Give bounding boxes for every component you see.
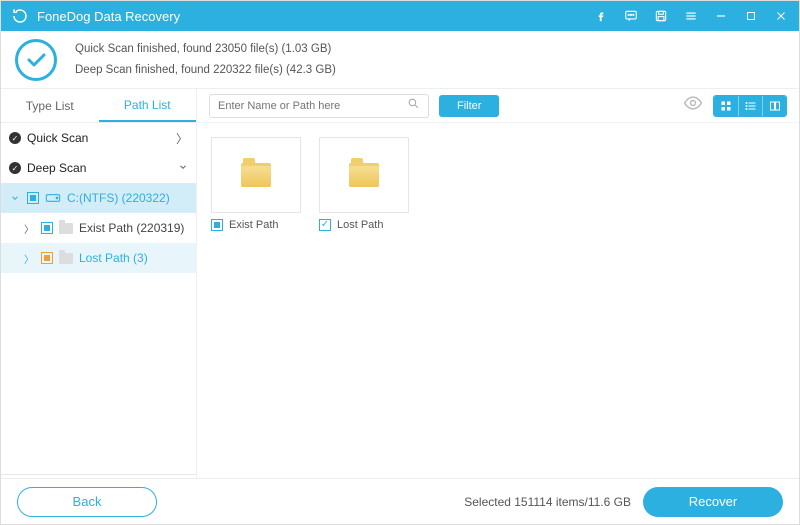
sidebar-tabs: Type List Path List [1,89,196,123]
checkbox-icon[interactable] [319,219,331,231]
view-grid-button[interactable] [714,96,738,116]
tab-path-list[interactable]: Path List [99,89,197,122]
checkbox-icon[interactable] [41,252,53,264]
grid-item-label: Exist Path [229,219,279,231]
chevron-down-icon [9,193,21,203]
folder-icon [241,163,271,187]
deep-scan-status: Deep Scan finished, found 220322 file(s)… [75,60,336,81]
menu-icon[interactable] [683,8,699,24]
checkbox-icon[interactable] [27,192,39,204]
tree-deep-scan[interactable]: Deep Scan [1,153,196,183]
back-button[interactable]: Back [17,487,157,517]
chevron-down-icon [178,161,188,175]
app-title: FoneDog Data Recovery [37,9,593,24]
folder-icon [59,253,73,264]
chevron-right-icon: 〉 [23,221,35,236]
tree-exist-path[interactable]: 〉 Exist Path (220319) [1,213,196,243]
grid-item-label: Lost Path [337,219,383,231]
view-toggle [713,95,787,117]
tree-lost-path[interactable]: 〉 Lost Path (3) [1,243,196,273]
folder-icon [349,163,379,187]
recover-button[interactable]: Recover [643,487,783,517]
check-dot-icon [9,132,21,144]
save-icon[interactable] [653,8,669,24]
view-list-button[interactable] [738,96,762,116]
footer: Back Selected 151114 items/11.6 GB Recov… [1,478,799,524]
app-logo-icon [11,7,29,25]
filter-button[interactable]: Filter [439,95,499,117]
minimize-icon[interactable] [713,8,729,24]
selection-info: Selected 151114 items/11.6 GB [464,495,631,509]
close-icon[interactable] [773,8,789,24]
feedback-icon[interactable] [623,8,639,24]
scan-status: Quick Scan finished, found 23050 file(s)… [1,31,799,89]
toolbar: Filter [197,89,799,123]
folder-thumbnail [211,137,301,213]
sidebar-footer-divider [1,474,196,478]
file-grid: Exist Path Lost Path [197,123,799,478]
tab-type-list[interactable]: Type List [1,89,99,122]
tree-drive[interactable]: C:(NTFS) (220322) [1,183,196,213]
preview-icon[interactable] [683,93,703,118]
facebook-icon[interactable] [593,8,609,24]
maximize-icon[interactable] [743,8,759,24]
grid-item[interactable]: Lost Path [319,137,409,231]
quick-scan-status: Quick Scan finished, found 23050 file(s)… [75,39,336,60]
folder-icon [59,223,73,234]
tree: Quick Scan 〉 Deep Scan C:(NTFS) (220322)… [1,123,196,474]
search-box[interactable] [209,94,429,118]
checkmark-circle-icon [15,39,57,81]
view-detail-button[interactable] [762,96,786,116]
folder-thumbnail [319,137,409,213]
main-panel: Filter Exist Path Lost Pat [197,89,799,478]
disk-icon [45,192,61,204]
checkbox-icon[interactable] [211,219,223,231]
titlebar: FoneDog Data Recovery [1,1,799,31]
grid-item[interactable]: Exist Path [211,137,301,231]
checkbox-icon[interactable] [41,222,53,234]
search-input[interactable] [218,100,407,112]
tree-quick-scan[interactable]: Quick Scan 〉 [1,123,196,153]
sidebar: Type List Path List Quick Scan 〉 Deep Sc… [1,89,197,478]
check-dot-icon [9,162,21,174]
chevron-right-icon: 〉 [23,251,35,266]
chevron-right-icon: 〉 [176,130,188,147]
search-icon[interactable] [407,97,420,115]
